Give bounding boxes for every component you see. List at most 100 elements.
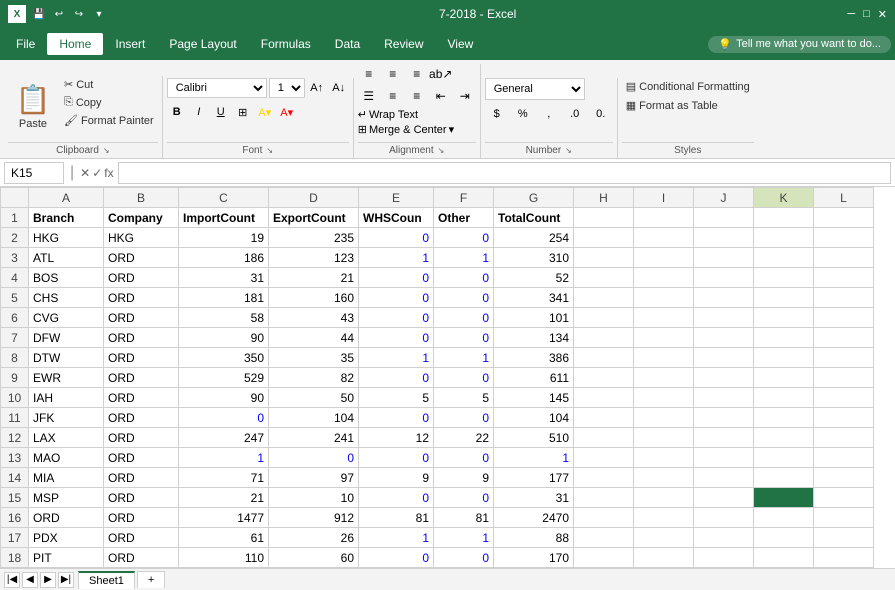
table-cell[interactable]: CVG [29,308,104,328]
align-right-button[interactable]: ≡ [406,86,428,106]
cell-c1[interactable]: ImportCount [179,208,269,228]
table-cell[interactable]: ORD [104,368,179,388]
table-cell[interactable] [754,488,814,508]
table-cell[interactable]: 9 [359,468,434,488]
table-cell[interactable] [754,388,814,408]
table-cell[interactable] [814,308,874,328]
table-cell[interactable]: ORD [29,508,104,528]
save-button[interactable]: 💾 [30,5,48,23]
number-format-select[interactable]: General [485,78,585,100]
table-cell[interactable]: 0 [359,328,434,348]
table-cell[interactable] [694,368,754,388]
table-cell[interactable]: 5 [359,388,434,408]
table-cell[interactable] [814,268,874,288]
table-cell[interactable] [694,448,754,468]
table-cell[interactable]: 170 [494,548,574,568]
table-cell[interactable] [634,328,694,348]
table-cell[interactable] [694,328,754,348]
table-cell[interactable] [574,328,634,348]
table-cell[interactable] [754,228,814,248]
table-cell[interactable]: 0 [359,268,434,288]
cell-f1[interactable]: Other [434,208,494,228]
table-cell[interactable]: 0 [434,288,494,308]
table-cell[interactable]: ORD [104,308,179,328]
table-cell[interactable]: ORD [104,288,179,308]
table-cell[interactable]: 181 [179,288,269,308]
menu-file[interactable]: File [4,33,47,55]
table-cell[interactable] [574,228,634,248]
align-left-button[interactable]: ☰ [358,86,380,106]
table-cell[interactable] [634,448,694,468]
cell-k1[interactable] [754,208,814,228]
table-cell[interactable]: 341 [494,288,574,308]
cell-b1[interactable]: Company [104,208,179,228]
cell-g1[interactable]: TotalCount [494,208,574,228]
table-cell[interactable] [634,408,694,428]
table-cell[interactable] [814,428,874,448]
table-cell[interactable] [754,368,814,388]
table-cell[interactable]: 0 [434,308,494,328]
table-cell[interactable]: 71 [179,468,269,488]
table-cell[interactable] [694,428,754,448]
tell-me-box[interactable]: 💡 Tell me what you want to do... [708,36,891,53]
table-cell[interactable]: ORD [104,508,179,528]
currency-button[interactable]: $ [485,104,509,124]
table-cell[interactable]: 1 [179,448,269,468]
col-header-f[interactable]: F [434,188,494,208]
table-cell[interactable]: 1 [359,348,434,368]
table-cell[interactable]: 160 [269,288,359,308]
table-cell[interactable]: ORD [104,388,179,408]
table-cell[interactable]: 350 [179,348,269,368]
table-cell[interactable] [694,508,754,528]
table-cell[interactable]: 21 [269,268,359,288]
table-cell[interactable] [814,248,874,268]
table-cell[interactable] [814,288,874,308]
decrease-font-button[interactable]: A↓ [329,78,349,98]
quick-access-dropdown[interactable]: ▾ [90,5,108,23]
table-cell[interactable]: 235 [269,228,359,248]
table-cell[interactable] [814,468,874,488]
table-cell[interactable] [694,228,754,248]
table-cell[interactable]: 31 [494,488,574,508]
sheet-nav-first[interactable]: |◀ [4,572,20,588]
table-cell[interactable] [814,508,874,528]
paste-button[interactable]: 📋 Paste [8,76,58,136]
table-cell[interactable]: 0 [359,368,434,388]
table-cell[interactable]: 912 [269,508,359,528]
table-cell[interactable]: 0 [434,448,494,468]
angle-text-button[interactable]: ab↗ [430,64,452,84]
cell-reference-box[interactable]: K15 [4,162,64,184]
menu-home[interactable]: Home [47,33,103,55]
menu-formulas[interactable]: Formulas [249,33,323,55]
table-cell[interactable] [634,548,694,568]
col-header-k[interactable]: K [754,188,814,208]
table-cell[interactable] [694,288,754,308]
format-as-table-button[interactable]: ▦ Format as Table [622,97,722,114]
align-top-center[interactable]: ≡ [382,64,404,84]
cell-d1[interactable]: ExportCount [269,208,359,228]
table-cell[interactable]: 1 [434,348,494,368]
font-expand-icon[interactable]: ↘ [266,146,273,155]
sheet-nav-prev[interactable]: ◀ [22,572,38,588]
table-cell[interactable]: 510 [494,428,574,448]
clipboard-expand-icon[interactable]: ↘ [103,146,110,155]
undo-button[interactable]: ↩ [50,5,68,23]
table-cell[interactable]: 52 [494,268,574,288]
table-cell[interactable]: 81 [359,508,434,528]
merge-center-button[interactable]: ⊞ Merge & Center ▾ [358,123,454,136]
table-cell[interactable] [754,348,814,368]
cancel-formula-button[interactable]: ✕ [80,166,90,180]
table-cell[interactable] [574,348,634,368]
col-header-d[interactable]: D [269,188,359,208]
table-cell[interactable] [694,388,754,408]
table-cell[interactable] [574,268,634,288]
table-cell[interactable]: 0 [434,268,494,288]
copy-button[interactable]: ⎘ Copy [60,94,158,111]
table-cell[interactable] [814,388,874,408]
table-cell[interactable] [574,368,634,388]
font-color-button[interactable]: A▾ [277,102,297,122]
sheet-nav-last[interactable]: ▶| [58,572,74,588]
table-cell[interactable]: 0 [179,408,269,428]
table-cell[interactable] [634,348,694,368]
table-cell[interactable]: 82 [269,368,359,388]
